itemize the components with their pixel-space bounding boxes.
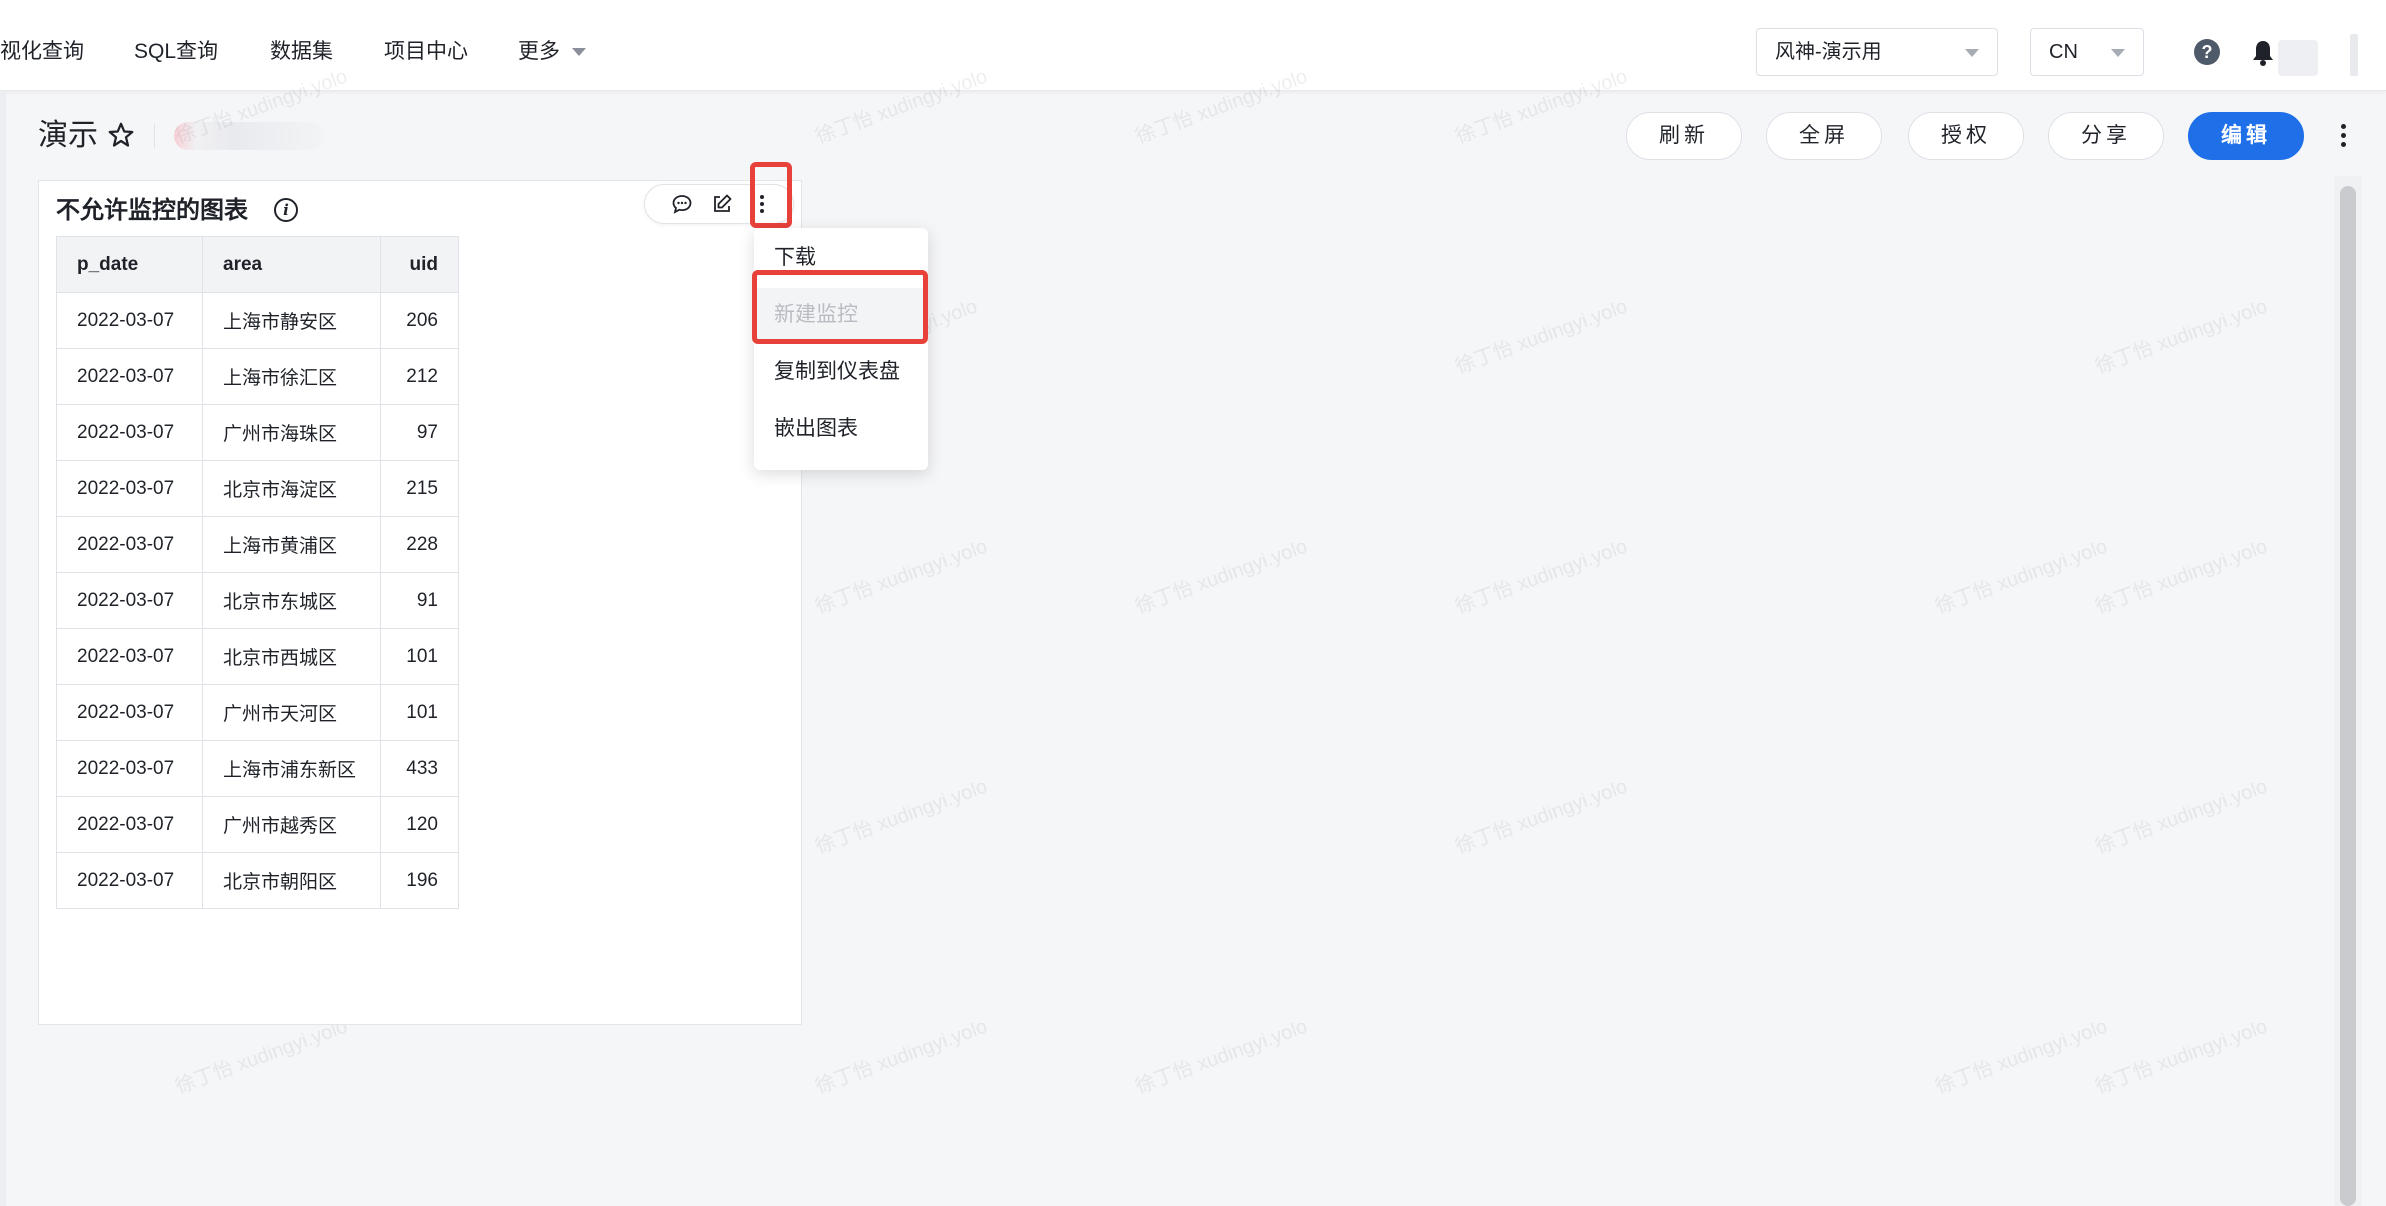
top-navigation-bar: 视化查询 SQL查询 数据集 项目中心 更多 风神-演示用 CN ? xyxy=(0,14,2386,91)
nav-item-visual-query[interactable]: 视化查询 xyxy=(0,38,84,66)
menu-item-download[interactable]: 下载 xyxy=(774,243,816,273)
nav-item-project-center[interactable]: 项目中心 xyxy=(384,38,468,66)
authorize-button[interactable]: 授权 xyxy=(1908,112,2024,160)
table-cell: 北京市朝阳区 xyxy=(202,852,381,909)
table-row: 2022-03-07 北京市东城区 91 xyxy=(56,572,459,629)
table-row: 2022-03-07 上海市黄浦区 228 xyxy=(56,516,459,573)
scrollbar-thumb[interactable] xyxy=(2340,186,2356,1206)
table-row: 2022-03-07 上海市浦东新区 433 xyxy=(56,740,459,797)
table-cell: 上海市静安区 xyxy=(202,292,381,349)
table-row: 2022-03-07 广州市越秀区 120 xyxy=(56,796,459,853)
table-cell: 2022-03-07 xyxy=(56,740,203,797)
column-header[interactable]: uid xyxy=(380,236,459,293)
chevron-down-icon xyxy=(2111,49,2125,57)
language-select-value: CN xyxy=(2049,41,2078,63)
table-cell: 101 xyxy=(380,684,459,741)
table-cell: 2022-03-07 xyxy=(56,572,203,629)
chart-card-title: 不允许监控的图表 xyxy=(56,197,248,224)
browser-top-strip xyxy=(0,0,2386,15)
table-cell: 2022-03-07 xyxy=(56,516,203,573)
share-button[interactable]: 分享 xyxy=(2048,112,2164,160)
edit-button[interactable]: 编辑 xyxy=(2188,112,2304,160)
column-header[interactable]: p_date xyxy=(56,236,203,293)
table-cell: 196 xyxy=(380,852,459,909)
menu-item-embed-chart[interactable]: 嵌出图表 xyxy=(774,414,858,444)
table-cell: 206 xyxy=(380,292,459,349)
table-cell: 97 xyxy=(380,404,459,461)
highlight-more-button xyxy=(750,162,792,228)
refresh-button[interactable]: 刷新 xyxy=(1626,112,1742,160)
table-row: 2022-03-07 上海市静安区 206 xyxy=(56,292,459,349)
title-divider xyxy=(154,124,155,148)
table-cell: 北京市西城区 xyxy=(202,628,381,685)
info-icon[interactable]: i xyxy=(274,198,298,222)
table-cell: 228 xyxy=(380,516,459,573)
table-cell: 广州市海珠区 xyxy=(202,404,381,461)
table-row: 2022-03-07 上海市徐汇区 212 xyxy=(56,348,459,405)
table-row: 2022-03-07 北京市西城区 101 xyxy=(56,628,459,685)
canvas-left-edge xyxy=(0,92,6,1206)
table-cell: 上海市黄浦区 xyxy=(202,516,381,573)
table-row: 2022-03-07 北京市海淀区 215 xyxy=(56,460,459,517)
table-row: 2022-03-07 北京市朝阳区 196 xyxy=(56,852,459,909)
menu-item-copy-to-dashboard[interactable]: 复制到仪表盘 xyxy=(774,357,900,387)
card-more-menu: 下载 新建监控 复制到仪表盘 嵌出图表 xyxy=(754,228,928,470)
nav-more-label: 更多 xyxy=(518,40,560,63)
table-row: 2022-03-07 广州市天河区 101 xyxy=(56,684,459,741)
page-more-icon[interactable] xyxy=(2336,120,2350,154)
page-title: 演示 xyxy=(38,119,98,152)
table-cell: 2022-03-07 xyxy=(56,628,203,685)
table-cell: 2022-03-07 xyxy=(56,796,203,853)
table-cell: 215 xyxy=(380,460,459,517)
chevron-down-icon xyxy=(572,48,586,57)
table-cell: 广州市越秀区 xyxy=(202,796,381,853)
table-cell: 91 xyxy=(380,572,459,629)
user-menu-handle[interactable] xyxy=(2350,34,2358,76)
table-cell: 212 xyxy=(380,348,459,405)
edit-icon[interactable] xyxy=(710,192,734,216)
table-cell: 上海市浦东新区 xyxy=(202,740,381,797)
highlight-new-monitor xyxy=(752,270,928,344)
star-icon[interactable] xyxy=(106,120,136,150)
table-cell: 433 xyxy=(380,740,459,797)
table-cell: 2022-03-07 xyxy=(56,460,203,517)
table-cell: 2022-03-07 xyxy=(56,684,203,741)
table-cell: 上海市徐汇区 xyxy=(202,348,381,405)
table-row: 2022-03-07 广州市海珠区 97 xyxy=(56,404,459,461)
workspace-select-value: 风神-演示用 xyxy=(1775,41,1882,63)
bell-icon[interactable] xyxy=(2250,38,2276,68)
workspace-select[interactable]: 风神-演示用 xyxy=(1756,28,1998,76)
nav-item-datasets[interactable]: 数据集 xyxy=(270,38,333,66)
table-cell: 101 xyxy=(380,628,459,685)
column-header[interactable]: area xyxy=(202,236,381,293)
table-cell: 北京市东城区 xyxy=(202,572,381,629)
table-cell: 2022-03-07 xyxy=(56,852,203,909)
comment-icon[interactable] xyxy=(670,192,694,216)
table-cell: 2022-03-07 xyxy=(56,348,203,405)
language-select[interactable]: CN xyxy=(2030,28,2144,76)
table-header-row: p_date area uid xyxy=(56,236,459,293)
nav-item-more[interactable]: 更多 xyxy=(518,38,586,66)
table-cell: 120 xyxy=(380,796,459,853)
help-icon[interactable]: ? xyxy=(2194,39,2220,65)
table-cell: 北京市海淀区 xyxy=(202,460,381,517)
fullscreen-button[interactable]: 全屏 xyxy=(1766,112,1882,160)
avatar[interactable] xyxy=(2278,40,2318,76)
chevron-down-icon xyxy=(1965,49,1979,57)
table-cell: 广州市天河区 xyxy=(202,684,381,741)
table-cell: 2022-03-07 xyxy=(56,404,203,461)
nav-item-sql-query[interactable]: SQL查询 xyxy=(134,38,218,66)
table-cell: 2022-03-07 xyxy=(56,292,203,349)
data-table: p_date area uid 2022-03-07 上海市静安区 206 2022… xyxy=(56,236,459,909)
owner-avatar-blurred xyxy=(174,122,324,150)
